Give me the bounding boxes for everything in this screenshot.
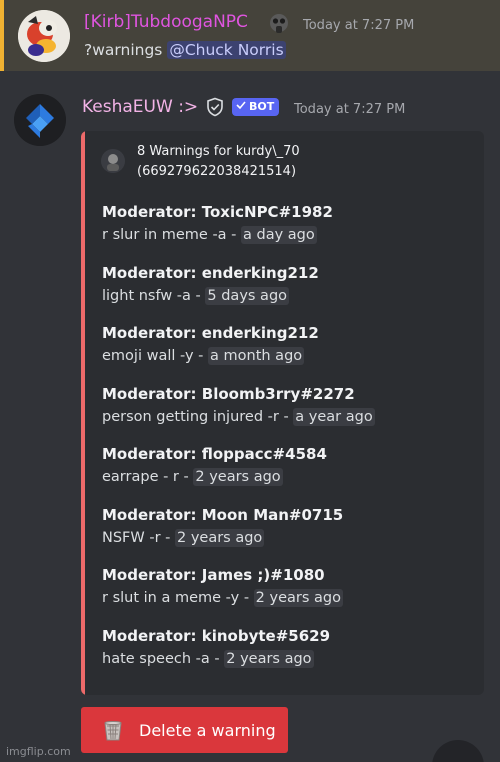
warning-reason: hate speech -a - 2 years ago bbox=[102, 650, 472, 668]
embed-accent-bar bbox=[81, 131, 85, 695]
bot-avatar[interactable] bbox=[14, 94, 66, 146]
highlighted-message: [Kirb]TubdoogaNPC Today at 7:27 PM ?warn… bbox=[0, 0, 500, 71]
delete-button-label: Delete a warning bbox=[139, 720, 276, 740]
delete-warning-button[interactable]: Delete a warning bbox=[81, 707, 288, 753]
warning-reason: r slut in a meme -y - 2 years ago bbox=[102, 589, 472, 607]
warning-field: Moderator: floppacc#4584 earrape - r - 2… bbox=[102, 445, 472, 486]
warning-time: a day ago bbox=[241, 226, 317, 244]
warning-time: 2 years ago bbox=[193, 468, 283, 486]
warnings-embed: 8 Warnings for kurdy\_70 (66927962203842… bbox=[81, 131, 484, 695]
message-content: ?warnings @Chuck Norris bbox=[84, 41, 286, 59]
moderator-name: Moderator: Moon Man#0715 bbox=[102, 506, 344, 524]
checkmark-icon bbox=[236, 101, 246, 110]
moderator-name: Moderator: kinobyte#5629 bbox=[102, 627, 331, 645]
warning-field: Moderator: Bloomb3rry#2272 person gettin… bbox=[102, 385, 472, 426]
reason-text: emoji wall -y - bbox=[102, 348, 209, 364]
warning-time: a year ago bbox=[293, 408, 375, 426]
warning-field: Moderator: enderking212 light nsfw -a - … bbox=[102, 264, 472, 305]
moderator-name: Moderator: Bloomb3rry#2272 bbox=[102, 385, 355, 403]
scroll-button[interactable] bbox=[432, 740, 484, 762]
warning-reason: light nsfw -a - 5 days ago bbox=[102, 287, 472, 305]
warning-field: Moderator: Moon Man#0715 NSFW -r - 2 yea… bbox=[102, 506, 472, 547]
command-text: ?warnings bbox=[84, 41, 163, 59]
bot-username[interactable]: KeshaEUW :> bbox=[82, 97, 198, 117]
shield-check-icon bbox=[205, 97, 225, 117]
username[interactable]: [Kirb]TubdoogaNPC bbox=[84, 12, 248, 32]
moderator-name: Moderator: enderking212 bbox=[102, 264, 319, 282]
warning-field: Moderator: enderking212 emoji wall -y - … bbox=[102, 324, 472, 365]
reason-text: person getting injured -r - bbox=[102, 409, 294, 425]
bot-tag: BOT bbox=[232, 98, 280, 116]
warning-field: Moderator: James ;)#1080 r slut in a mem… bbox=[102, 566, 472, 607]
wastebasket-icon bbox=[101, 718, 125, 742]
warning-reason: earrape - r - 2 years ago bbox=[102, 468, 472, 486]
reason-text: earrape - r - bbox=[102, 469, 194, 485]
warning-time: 2 years ago bbox=[253, 589, 343, 607]
embed-author-line2: (669279622038421514) bbox=[137, 164, 297, 179]
warning-time: 2 years ago bbox=[224, 650, 314, 668]
warning-time: 2 years ago bbox=[174, 529, 265, 547]
warning-reason: person getting injured -r - a year ago bbox=[102, 408, 472, 426]
moderator-name: Moderator: enderking212 bbox=[102, 324, 319, 342]
warning-field: Moderator: ToxicNPC#1982 r slur in meme … bbox=[102, 203, 472, 244]
moderator-name: Moderator: ToxicNPC#1982 bbox=[102, 203, 333, 221]
warning-reason: emoji wall -y - a month ago bbox=[102, 347, 472, 365]
reason-text: light nsfw -a - bbox=[102, 288, 206, 304]
embed-author-line1: 8 Warnings for kurdy\_70 bbox=[137, 144, 300, 159]
warning-field: Moderator: kinobyte#5629 hate speech -a … bbox=[102, 627, 472, 668]
watermark-text: imgflip.com bbox=[6, 745, 71, 758]
moderator-name: Moderator: James ;)#1080 bbox=[102, 566, 325, 584]
reason-text: NSFW -r - bbox=[102, 530, 175, 546]
user-mention[interactable]: @Chuck Norris bbox=[167, 41, 286, 59]
bot-message-timestamp: Today at 7:27 PM bbox=[294, 102, 406, 117]
warning-reason: NSFW -r - 2 years ago bbox=[102, 529, 472, 547]
message-timestamp: Today at 7:27 PM bbox=[303, 18, 415, 33]
gas-mask-icon bbox=[268, 13, 290, 35]
warning-time: 5 days ago bbox=[205, 287, 290, 305]
bot-tag-label: BOT bbox=[249, 100, 275, 113]
embed-author-name: 8 Warnings for kurdy\_70 (66927962203842… bbox=[137, 142, 467, 182]
moderator-name: Moderator: floppacc#4584 bbox=[102, 445, 327, 463]
user-avatar[interactable] bbox=[18, 10, 70, 62]
reason-text: r slut in a meme -y - bbox=[102, 590, 254, 606]
reason-text: r slur in meme -a - bbox=[102, 227, 242, 243]
embed-author-avatar bbox=[101, 149, 125, 173]
warning-reason: r slur in meme -a - a day ago bbox=[102, 226, 472, 244]
reason-text: hate speech -a - bbox=[102, 651, 225, 667]
warning-time: a month ago bbox=[208, 347, 305, 365]
